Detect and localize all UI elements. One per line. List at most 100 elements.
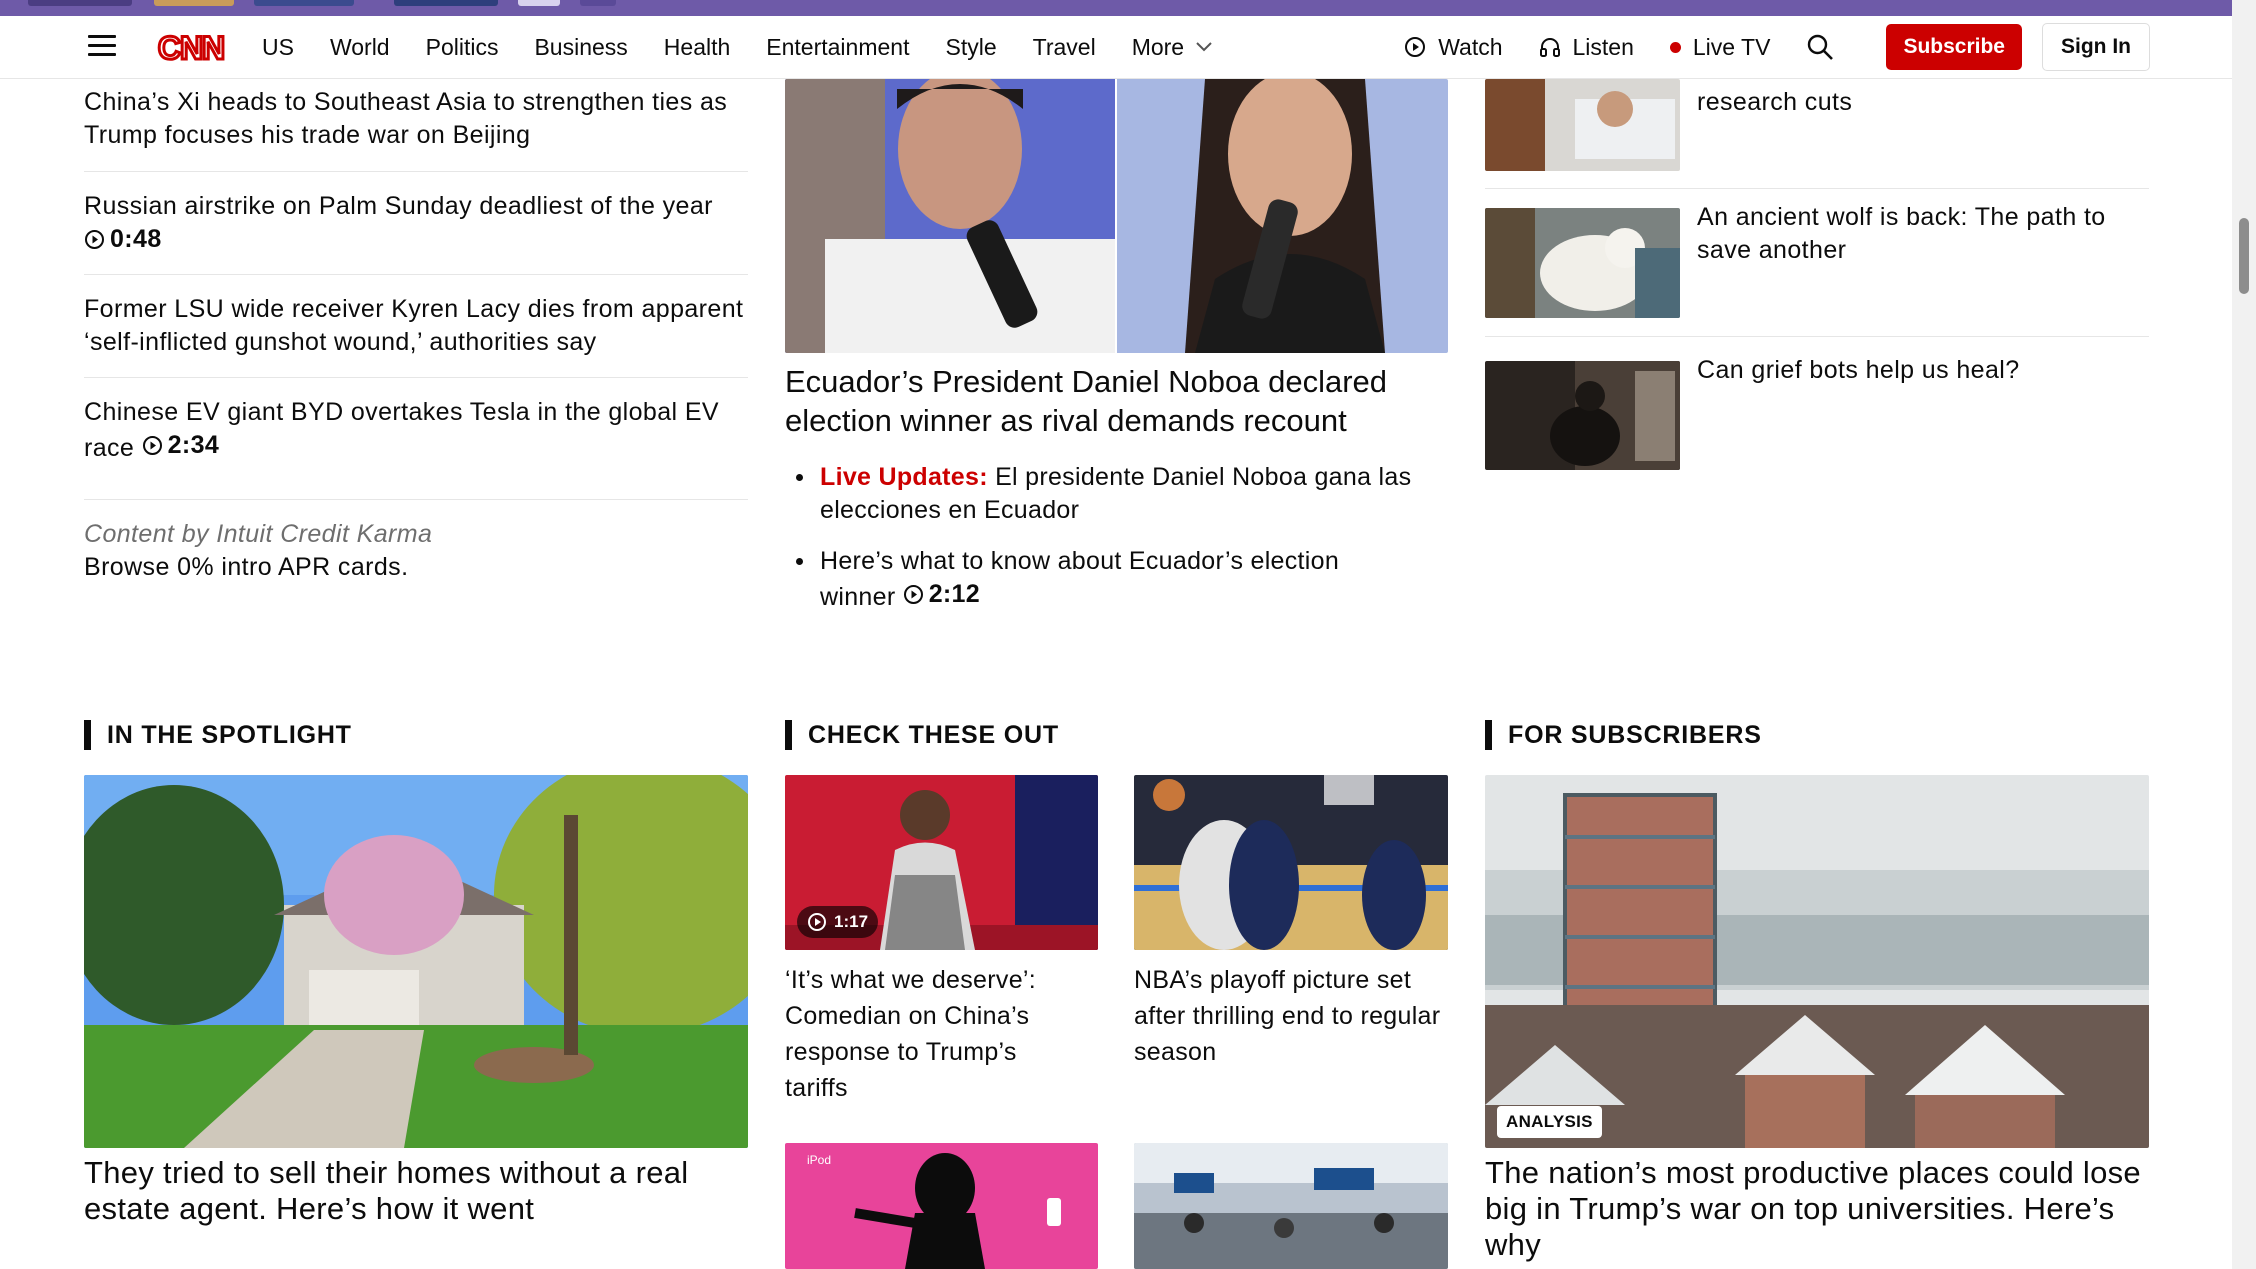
ipod-label: iPod <box>807 1153 832 1167</box>
svg-text:CNN: CNN <box>158 30 224 66</box>
grief-bots-thumbnail[interactable] <box>1485 361 1680 470</box>
live-updates-label: Live Updates: <box>820 463 988 491</box>
nba-caption[interactable]: NBA’s playoff picture set after thrillin… <box>1134 962 1444 1070</box>
left-story-4[interactable]: Chinese EV giant BYD overtakes Tesla in … <box>84 396 754 465</box>
bullet-text: Here’s what to know about Ecuador’s elec… <box>820 547 1340 611</box>
airport-thumbnail[interactable] <box>1134 1143 1448 1269</box>
nav-link-style[interactable]: Style <box>945 34 996 61</box>
page-scrollbar[interactable] <box>2232 0 2256 1269</box>
section-title-check-these-out[interactable]: CHECK THESE OUT <box>785 720 1059 750</box>
search-button[interactable] <box>1806 33 1846 61</box>
listen-link[interactable]: Listen <box>1539 34 1634 61</box>
listen-label: Listen <box>1572 33 1634 60</box>
chevron-down-icon <box>1196 42 1212 52</box>
subscribers-city-image[interactable]: ANALYSIS <box>1485 775 2149 1148</box>
right-story-2[interactable]: An ancient wolf is back: The path to sav… <box>1697 201 2167 267</box>
nav-links: US World Politics Business Health Entert… <box>262 16 1248 78</box>
divider <box>84 499 748 500</box>
story-headline: Can grief bots help us heal? <box>1697 356 2020 384</box>
spotlight-headline[interactable]: They tried to sell their homes without a… <box>84 1155 748 1227</box>
nav-link-politics[interactable]: Politics <box>426 34 499 61</box>
airport-photo <box>1134 1143 1448 1269</box>
video-duration-badge: 1:17 <box>797 906 879 938</box>
duration-text: 0:48 <box>110 225 162 253</box>
hamburger-menu-icon[interactable] <box>88 35 116 59</box>
play-circle-icon <box>85 230 104 249</box>
story-headline: China’s Xi heads to Southeast Asia to st… <box>84 88 728 149</box>
left-story-1[interactable]: China’s Xi heads to Southeast Asia to st… <box>84 86 754 152</box>
right-story-3[interactable]: Can grief bots help us heal? <box>1697 354 2167 387</box>
story-headline: Russian airstrike on Palm Sunday deadlie… <box>84 192 713 220</box>
right-story-1[interactable]: research cuts <box>1697 86 2177 119</box>
comedian-caption[interactable]: ‘It’s what we deserve’: Comedian on Chin… <box>785 962 1085 1106</box>
story-headline: research cuts <box>1697 88 1853 116</box>
subscribe-button[interactable]: Subscribe <box>1886 24 2022 70</box>
live-dot-icon <box>1669 41 1681 53</box>
browser-top-strip <box>0 0 2256 16</box>
main-nav: CNN US World Politics Business Health En… <box>0 16 2232 79</box>
city-photo <box>1485 775 2149 1148</box>
wolf-thumbnail[interactable] <box>1485 208 1680 318</box>
video-duration: 2:34 <box>142 429 220 462</box>
video-duration: 0:48 <box>84 223 162 256</box>
left-story-2[interactable]: Russian airstrike on Palm Sunday deadlie… <box>84 190 754 259</box>
ecuador-lead-image[interactable] <box>785 79 1448 353</box>
left-story-3[interactable]: Former LSU wide receiver Kyren Lacy dies… <box>84 293 754 359</box>
spotlight-house-image[interactable] <box>84 775 748 1148</box>
research-photo <box>1485 79 1680 171</box>
divider <box>1485 336 2149 337</box>
nav-link-business[interactable]: Business <box>534 34 627 61</box>
play-circle-icon <box>1405 37 1426 57</box>
ecuador-photo <box>785 79 1448 353</box>
divider <box>1485 188 2149 189</box>
scrollbar-thumb[interactable] <box>2239 218 2249 294</box>
nav-link-us[interactable]: US <box>262 34 294 61</box>
comedian-thumbnail[interactable]: 1:17 <box>785 775 1098 950</box>
section-title-spotlight[interactable]: IN THE SPOTLIGHT <box>84 720 352 750</box>
headphones-icon <box>1539 38 1560 57</box>
video-duration: 2:12 <box>903 578 980 611</box>
play-circle-icon <box>903 585 923 604</box>
divider <box>84 171 748 172</box>
ecuador-bullet-1[interactable]: Live Updates: El presidente Daniel Noboa… <box>796 461 1440 527</box>
nba-thumbnail[interactable] <box>1134 775 1448 950</box>
grief-photo <box>1485 361 1680 470</box>
nav-link-travel[interactable]: Travel <box>1033 34 1096 61</box>
story-headline: Former LSU wide receiver Kyren Lacy dies… <box>84 295 744 356</box>
story-headline: An ancient wolf is back: The path to sav… <box>1697 203 2106 264</box>
duration-text: 1:17 <box>834 912 869 931</box>
analysis-badge: ANALYSIS <box>1497 1106 1602 1138</box>
divider <box>84 274 748 275</box>
duration-text: 2:12 <box>928 580 980 608</box>
sponsored-content[interactable]: Content by Intuit Credit Karma Browse 0%… <box>84 518 754 584</box>
watch-label: Watch <box>1438 33 1503 60</box>
live-tv-link[interactable]: Live TV <box>1669 33 1771 61</box>
duration-text: 2:34 <box>167 431 220 459</box>
nav-more-label: More <box>1131 33 1185 60</box>
sign-in-button[interactable]: Sign In <box>2042 23 2150 71</box>
nav-link-world[interactable]: World <box>330 34 390 61</box>
ipod-photo <box>785 1143 1098 1269</box>
subscribers-headline[interactable]: The nation’s most productive places coul… <box>1485 1155 2149 1263</box>
sponsor-label: Content by Intuit Credit Karma <box>84 520 433 548</box>
nav-right: Watch Listen Live TV Subscribe Sign In <box>1368 16 2150 78</box>
section-title-for-subscribers[interactable]: FOR SUBSCRIBERS <box>1485 720 1762 750</box>
cnn-logo[interactable]: CNN <box>154 26 228 68</box>
ipod-thumbnail[interactable]: iPod <box>785 1143 1098 1269</box>
nav-link-health[interactable]: Health <box>664 34 730 61</box>
wolf-photo <box>1485 208 1680 318</box>
house-photo <box>84 775 748 1148</box>
watch-link[interactable]: Watch <box>1404 33 1503 61</box>
ecuador-bullet-2[interactable]: Here’s what to know about Ecuador’s elec… <box>796 545 1420 614</box>
live-tv-label: Live TV <box>1692 33 1771 60</box>
play-circle-icon <box>808 913 826 931</box>
nav-link-entertainment[interactable]: Entertainment <box>766 34 909 61</box>
nba-photo <box>1134 775 1448 950</box>
search-icon <box>1808 34 1834 60</box>
research-cuts-thumbnail[interactable] <box>1485 79 1680 171</box>
nav-more-menu[interactable]: More <box>1132 34 1212 61</box>
play-circle-icon <box>142 436 162 455</box>
sponsor-text: Browse 0% intro APR cards. <box>84 553 409 581</box>
ecuador-headline[interactable]: Ecuador’s President Daniel Noboa declare… <box>785 362 1425 440</box>
divider <box>84 377 748 378</box>
